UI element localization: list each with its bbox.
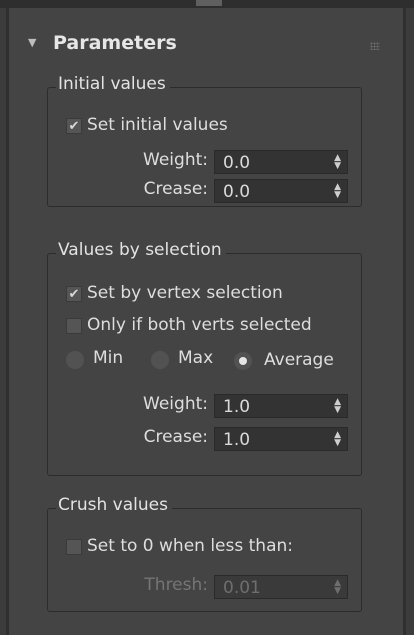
- radio-max[interactable]: [151, 351, 169, 369]
- selection-weight-spinner[interactable]: 1.0 ▲ ▼: [214, 394, 348, 418]
- rollout-header[interactable]: ▼ Parameters: [9, 28, 403, 62]
- weight-label: Weight:: [143, 394, 208, 414]
- selection-weight-value[interactable]: 1.0: [223, 397, 250, 417]
- group-crush-values: Crush values Set to 0 when less than: Th…: [47, 495, 362, 612]
- weight-label: Weight:: [143, 150, 208, 170]
- set-by-vertex-label[interactable]: Set by vertex selection: [87, 283, 283, 303]
- group-title-crush-values: Crush values: [56, 495, 172, 515]
- collapse-arrow-icon[interactable]: ▼: [28, 36, 36, 49]
- spinner-arrows-icon[interactable]: ▲ ▼: [334, 183, 341, 200]
- drag-grip-icon[interactable]: [370, 42, 380, 50]
- initial-weight-value[interactable]: 0.0: [223, 153, 250, 173]
- set-to-zero-checkbox[interactable]: [66, 539, 82, 555]
- thresh-value[interactable]: 0.01: [223, 578, 261, 598]
- selection-crease-spinner[interactable]: 1.0 ▲ ▼: [214, 427, 348, 451]
- checkmark-icon: ✔: [68, 119, 80, 134]
- crease-label: Crease:: [143, 427, 208, 447]
- spinner-arrows-icon[interactable]: ▲ ▼: [334, 431, 341, 448]
- rollout-title: Parameters: [53, 32, 177, 54]
- crease-label: Crease:: [143, 179, 208, 199]
- initial-crease-value[interactable]: 0.0: [223, 182, 250, 202]
- initial-weight-spinner[interactable]: 0.0 ▲ ▼: [214, 150, 348, 174]
- radio-max-label[interactable]: Max: [178, 348, 213, 368]
- resize-grip-icon[interactable]: [196, 0, 222, 6]
- radio-average-label[interactable]: Average: [264, 350, 334, 370]
- initial-crease-spinner[interactable]: 0.0 ▲ ▼: [214, 179, 348, 203]
- set-to-zero-label[interactable]: Set to 0 when less than:: [87, 536, 293, 556]
- radio-min[interactable]: [66, 351, 84, 369]
- radio-min-label[interactable]: Min: [93, 348, 123, 368]
- spinner-arrows-icon[interactable]: ▲ ▼: [334, 579, 341, 596]
- checkmark-icon: ✔: [68, 287, 80, 302]
- only-both-verts-label[interactable]: Only if both verts selected: [87, 315, 312, 335]
- group-title-initial-values: Initial values: [56, 74, 170, 94]
- parameters-rollout: ▼ Parameters Initial values ✔ Set initia…: [6, 8, 406, 635]
- radio-average[interactable]: [234, 352, 252, 370]
- panel-top-strip: [0, 0, 414, 8]
- spinner-arrows-icon[interactable]: ▲ ▼: [334, 154, 341, 171]
- group-title-values-by-selection: Values by selection: [56, 240, 226, 260]
- spinner-arrows-icon[interactable]: ▲ ▼: [334, 398, 341, 415]
- selection-crease-value[interactable]: 1.0: [223, 430, 250, 450]
- group-values-by-selection: Values by selection ✔ Set by vertex sele…: [47, 240, 362, 476]
- set-by-vertex-checkbox[interactable]: ✔: [66, 286, 82, 302]
- set-initial-values-checkbox[interactable]: ✔: [66, 118, 82, 134]
- only-both-verts-checkbox[interactable]: [66, 318, 82, 334]
- set-initial-values-label[interactable]: Set initial values: [87, 115, 228, 135]
- thresh-label: Thresh:: [144, 575, 208, 595]
- thresh-spinner[interactable]: 0.01 ▲ ▼: [214, 575, 348, 599]
- group-initial-values: Initial values ✔ Set initial values Weig…: [47, 74, 362, 207]
